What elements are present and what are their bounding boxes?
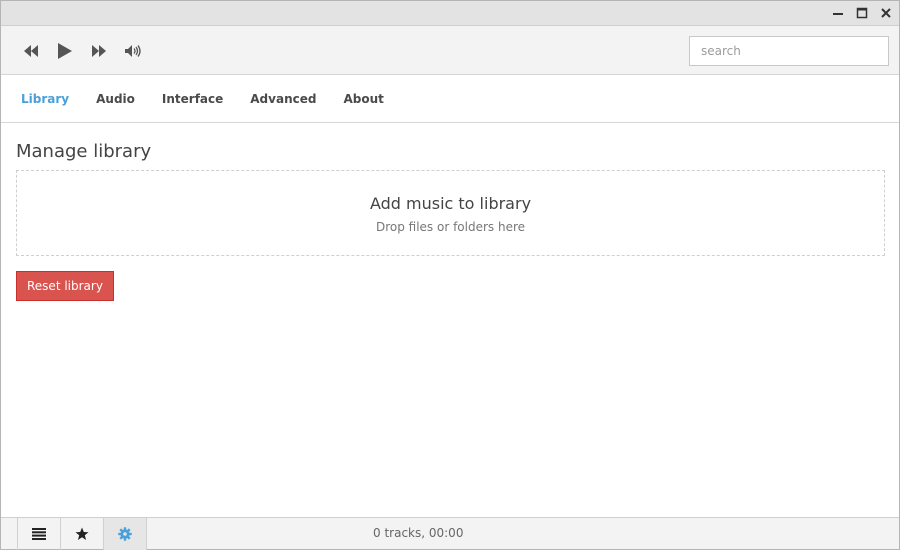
settings-tabs: Library Audio Interface Advanced About xyxy=(1,76,899,123)
playlist-view-button[interactable] xyxy=(18,518,61,550)
gear-icon xyxy=(118,527,132,541)
dropzone-subtitle: Drop files or folders here xyxy=(375,220,526,234)
next-button[interactable] xyxy=(87,40,111,62)
tab-interface[interactable]: Interface xyxy=(162,92,223,106)
player-toolbar xyxy=(1,26,899,75)
section-heading: Manage library xyxy=(16,141,152,162)
player-controls xyxy=(19,40,155,62)
view-switcher xyxy=(17,518,147,550)
maximize-icon xyxy=(856,7,868,19)
status-bar: 0 tracks, 00:00 xyxy=(1,517,899,550)
library-settings-panel: Manage library Add music to library Drop… xyxy=(16,141,885,301)
dropzone-title: Add music to library xyxy=(369,194,532,213)
close-button[interactable] xyxy=(877,4,895,22)
rewind-icon xyxy=(24,45,38,57)
add-music-dropzone[interactable]: Add music to library Drop files or folde… xyxy=(16,170,885,256)
play-button[interactable] xyxy=(53,40,77,62)
minimize-button[interactable] xyxy=(829,4,847,22)
star-icon xyxy=(75,527,89,540)
favorites-view-button[interactable] xyxy=(61,518,104,550)
app-window: Library Audio Interface Advanced About M… xyxy=(0,0,900,550)
list-icon xyxy=(32,528,46,540)
volume-button[interactable] xyxy=(121,40,145,62)
search-input[interactable] xyxy=(689,36,889,66)
tab-audio[interactable]: Audio xyxy=(96,92,135,106)
tab-library[interactable]: Library xyxy=(21,92,69,106)
reset-library-button[interactable]: Reset library xyxy=(16,271,114,301)
maximize-button[interactable] xyxy=(853,4,871,22)
play-icon xyxy=(58,43,72,59)
close-icon xyxy=(881,8,891,18)
title-bar xyxy=(1,1,899,26)
fast-forward-icon xyxy=(92,45,106,57)
window-controls xyxy=(829,4,895,22)
settings-view-button[interactable] xyxy=(104,518,147,550)
library-status: 0 tracks, 00:00 xyxy=(373,526,464,540)
tab-advanced[interactable]: Advanced xyxy=(250,92,316,106)
volume-icon xyxy=(125,45,141,57)
minimize-icon xyxy=(833,13,843,15)
previous-button[interactable] xyxy=(19,40,43,62)
tab-about[interactable]: About xyxy=(343,92,383,106)
